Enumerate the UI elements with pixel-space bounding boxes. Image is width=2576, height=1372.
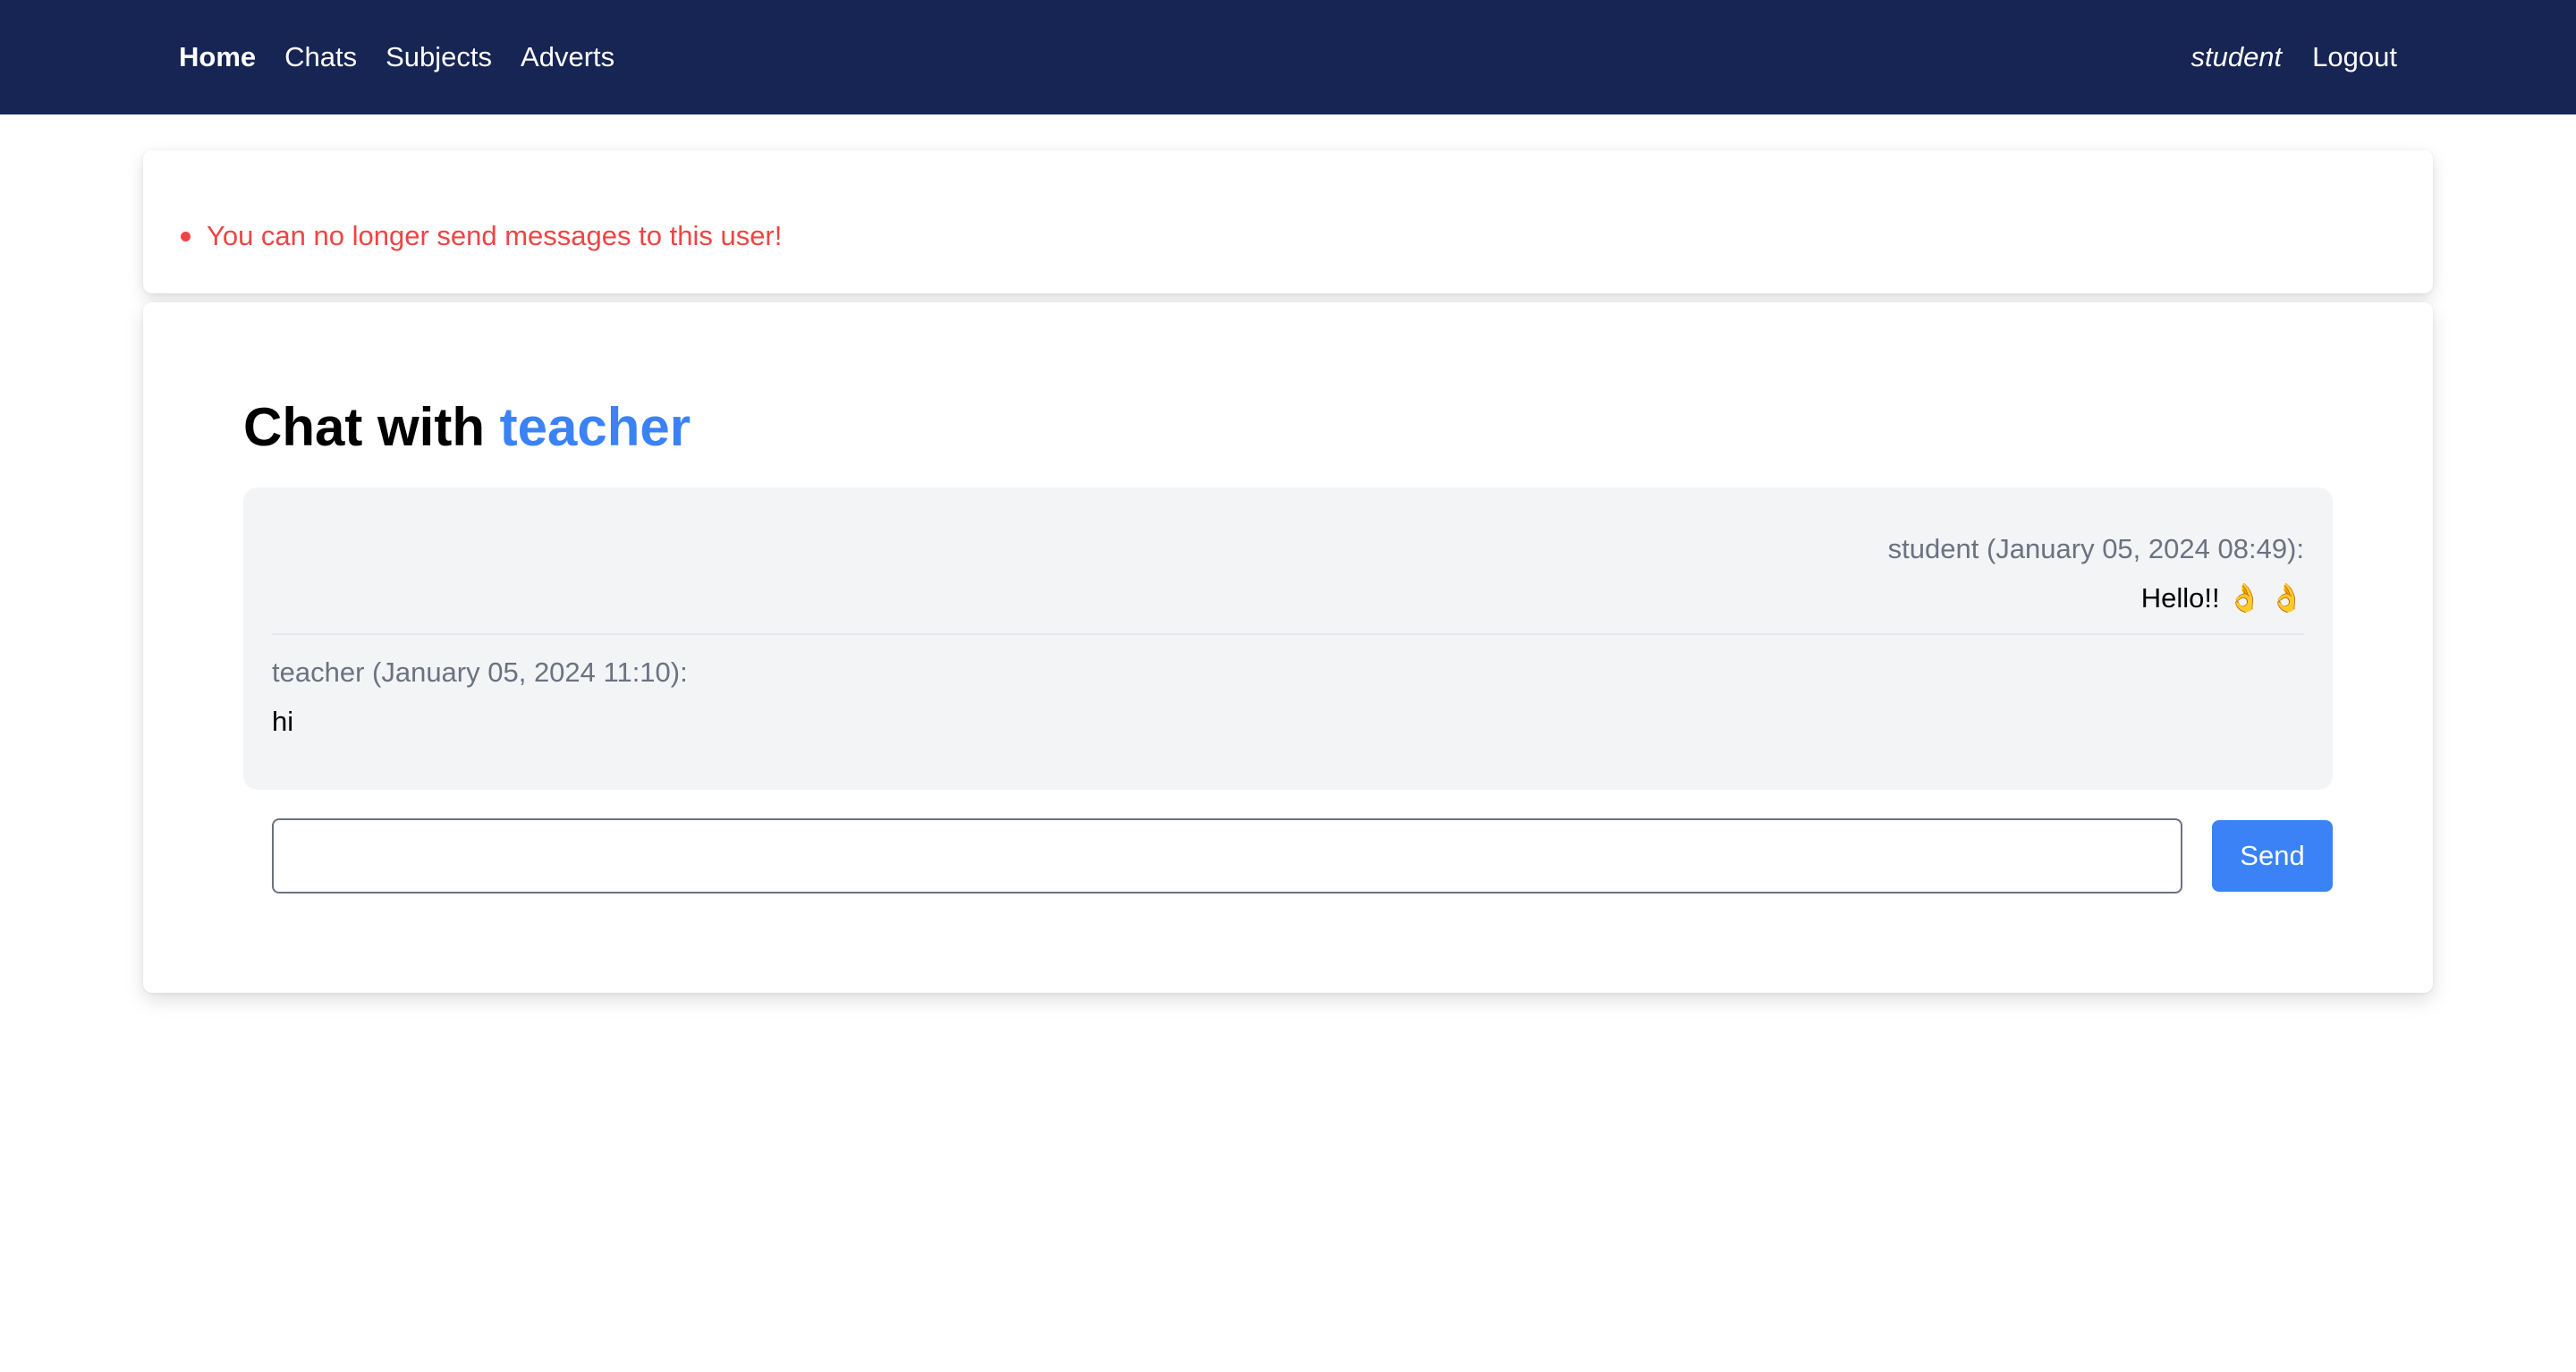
error-list: You can no longer send messages to this … — [181, 220, 782, 252]
message-item-partner: teacher (January 05, 2024 11:10): hi — [272, 656, 2304, 739]
send-button[interactable]: Send — [2212, 820, 2333, 892]
message-meta: student (January 05, 2024 08:49): — [1887, 533, 2304, 564]
nav-link-adverts[interactable]: Adverts — [521, 41, 614, 73]
nav-user-area: student Logout — [2190, 0, 2397, 114]
error-alert-card: You can no longer send messages to this … — [143, 150, 2433, 293]
nav-link-home[interactable]: Home — [179, 41, 256, 73]
current-username: student — [2190, 41, 2283, 72]
message-text: hi — [272, 706, 294, 737]
chat-card: Chat with teacher student (January 05, 2… — [143, 302, 2433, 993]
message-divider — [272, 633, 2304, 635]
page-title: Chat with teacher — [243, 395, 691, 460]
nav-link-subjects[interactable]: Subjects — [386, 41, 492, 73]
error-message: You can no longer send messages to this … — [181, 220, 782, 252]
message-form: Send — [272, 818, 2333, 893]
message-text: Hello!! 👌 👌 — [2140, 582, 2304, 614]
nav-links: Home Chats Subjects Adverts — [179, 0, 643, 114]
bullet-icon — [181, 231, 191, 241]
chat-partner-name[interactable]: teacher — [500, 397, 691, 457]
message-item-own: student (January 05, 2024 08:49): Hello!… — [272, 532, 2304, 615]
error-message-text: You can no longer send messages to this … — [207, 220, 783, 251]
chat-title-prefix: Chat with — [243, 397, 485, 457]
message-meta: teacher (January 05, 2024 11:10): — [272, 656, 688, 688]
messages-container[interactable]: student (January 05, 2024 08:49): Hello!… — [243, 487, 2333, 790]
top-navbar: Home Chats Subjects Adverts student Logo… — [0, 0, 2576, 114]
message-input[interactable] — [272, 818, 2182, 893]
nav-link-chats[interactable]: Chats — [284, 41, 357, 73]
logout-link[interactable]: Logout — [2312, 41, 2397, 73]
